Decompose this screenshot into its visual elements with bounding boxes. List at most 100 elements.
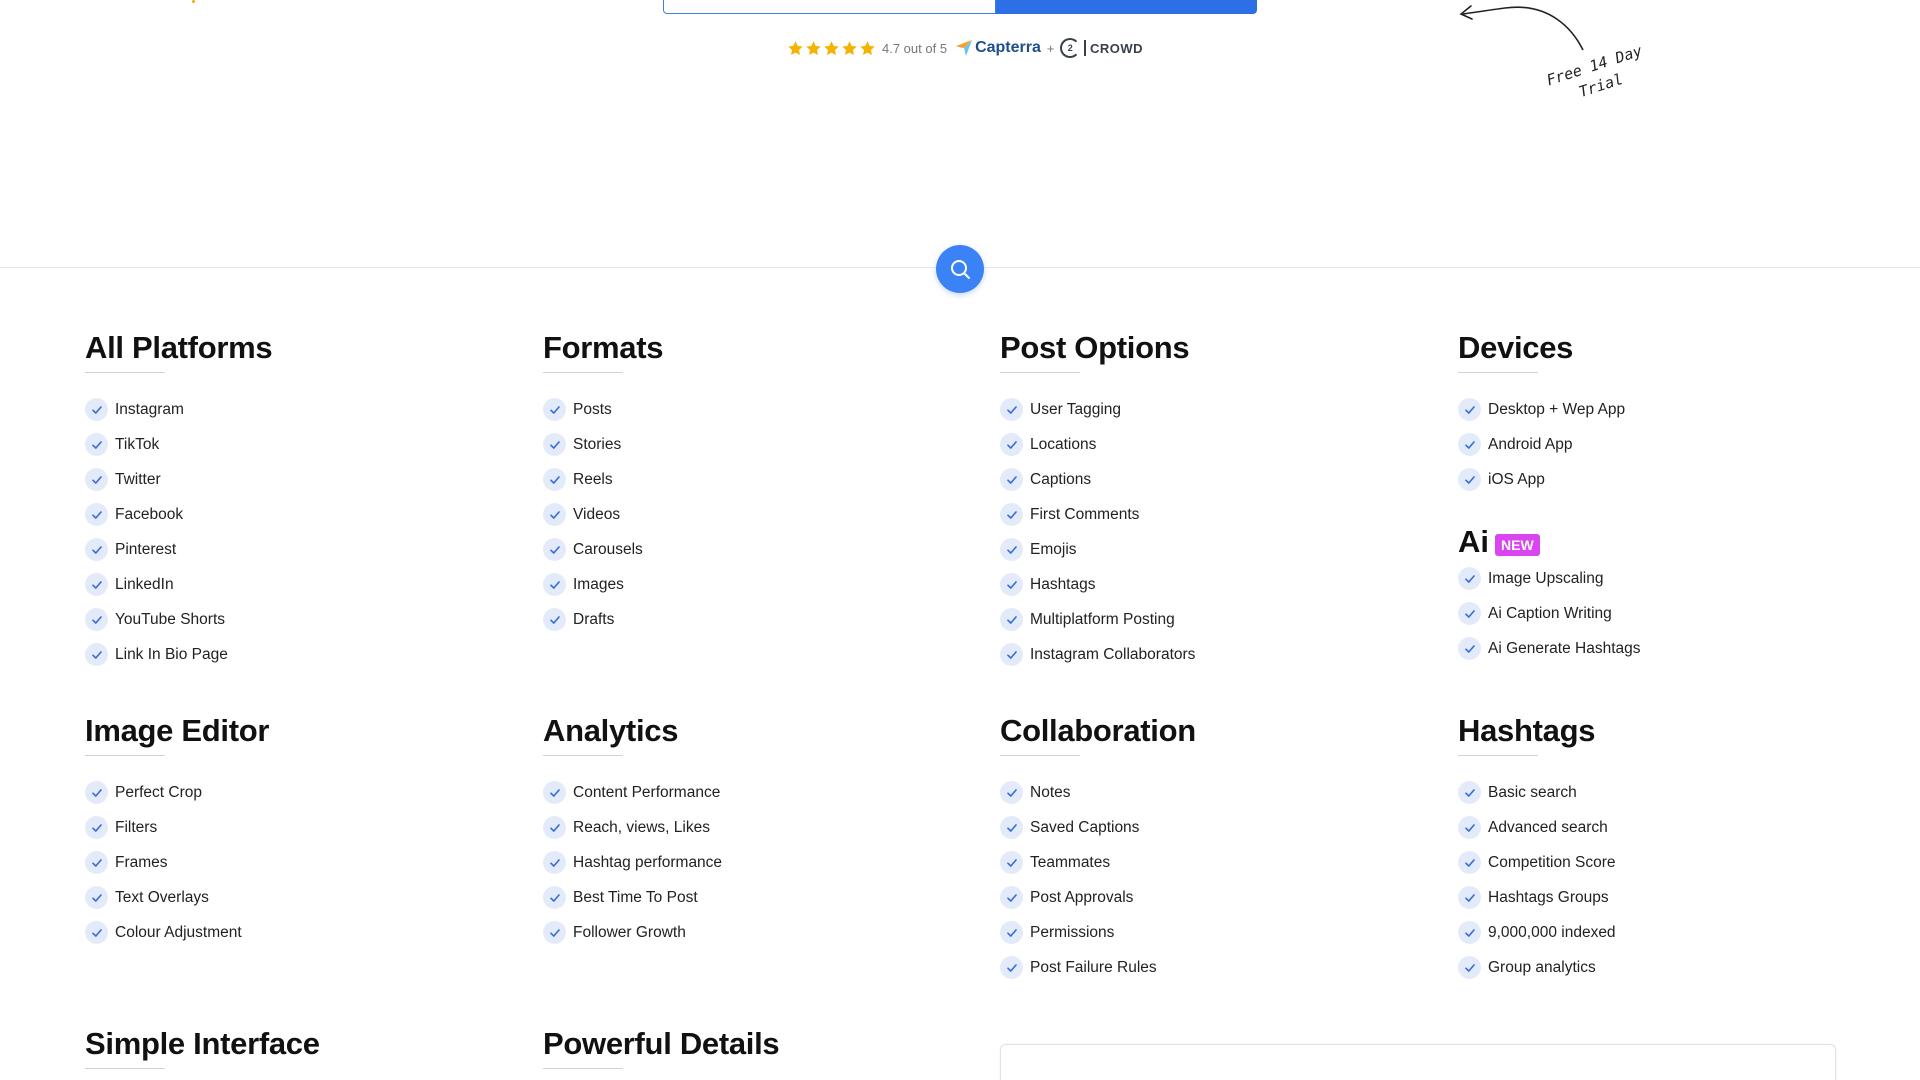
feature-item: Text Overlays (85, 880, 269, 915)
feature-label: Permissions (1030, 923, 1115, 941)
feature-item: 9,000,000 indexed (1458, 915, 1616, 950)
feature-label: Drafts (573, 610, 615, 628)
feature-label: Multiplatform Posting (1030, 610, 1175, 628)
feature-list: Notes Saved Captions Teammates Post Approva… (1000, 775, 1196, 985)
section-hashtags: Hashtags Basic search Advanced search Comp… (1458, 712, 1616, 985)
feature-label: Hashtags Groups (1488, 888, 1609, 906)
check-icon (85, 468, 108, 491)
feature-label: Text Overlays (115, 888, 209, 906)
feature-label: Android App (1488, 435, 1573, 453)
curved-arrow-icon (1459, 5, 1584, 51)
g2-crowd-logo[interactable]: 2 CROWD (1060, 38, 1143, 58)
feature-item: Basic search (1458, 775, 1616, 810)
section-analytics: Analytics Content Performance Reach, view… (543, 712, 722, 950)
section-title: Ai (1458, 524, 1489, 559)
section-title: Devices (1458, 330, 1574, 373)
decorative-dot (192, 0, 195, 3)
check-icon (543, 608, 566, 631)
check-icon (1458, 567, 1481, 590)
plus-sign: + (1046, 40, 1055, 56)
feature-item: Post Failure Rules (1000, 950, 1196, 985)
g2-label: CROWD (1089, 40, 1144, 56)
email-input[interactable] (663, 0, 996, 14)
feature-label: Reels (573, 470, 613, 488)
section-title: Image Editor (85, 713, 270, 756)
feature-item: Stories (543, 427, 663, 462)
feature-item: Carousels (543, 532, 663, 567)
feature-label: Hashtag performance (573, 853, 723, 871)
check-icon (1000, 433, 1023, 456)
feature-label: Post Approvals (1030, 888, 1134, 906)
check-icon (543, 921, 566, 944)
check-icon (1458, 602, 1481, 625)
feature-item: Hashtags (1000, 567, 1195, 602)
check-icon (543, 538, 566, 561)
feature-label: Post Failure Rules (1030, 958, 1157, 976)
feature-label: Perfect Crop (115, 783, 203, 801)
feature-item: Pinterest (85, 532, 272, 567)
check-icon (1000, 608, 1023, 631)
feature-label: Best Time To Post (573, 888, 698, 906)
feature-item: User Tagging (1000, 392, 1195, 427)
check-icon (85, 851, 108, 874)
capterra-label: Capterra (975, 39, 1041, 56)
section-post-options: Post Options User Tagging Locations Captio… (1000, 329, 1195, 672)
check-icon (85, 398, 108, 421)
check-icon (1000, 398, 1023, 421)
feature-label: Notes (1030, 783, 1071, 801)
section-powerful-details: Powerful Details (543, 1025, 780, 1069)
star-icon (824, 40, 839, 55)
section-title: Powerful Details (543, 1026, 780, 1069)
feature-item: Teammates (1000, 845, 1196, 880)
feature-label: Videos (573, 505, 621, 523)
feature-label: Basic search (1488, 783, 1577, 801)
check-icon (543, 503, 566, 526)
g2-separator (1084, 40, 1086, 56)
feature-label: Posts (573, 400, 612, 418)
ai-heading: Ai NEW (1458, 523, 1641, 561)
signup-button[interactable] (996, 0, 1257, 14)
check-icon (85, 816, 108, 839)
section-title: Post Options (1000, 330, 1190, 373)
check-icon (85, 538, 108, 561)
check-icon (1458, 781, 1481, 804)
check-icon (85, 503, 108, 526)
feature-list: Desktop + Wep App Android App iOS App (1458, 392, 1625, 497)
feature-label: Competition Score (1488, 853, 1616, 871)
check-icon (543, 573, 566, 596)
check-icon (1000, 538, 1023, 561)
check-icon (543, 433, 566, 456)
feature-label: Content Performance (573, 783, 721, 801)
capterra-icon (956, 40, 973, 56)
star-icon (860, 40, 875, 55)
feature-item: TikTok (85, 427, 272, 462)
feature-item: Link In Bio Page (85, 637, 272, 672)
feature-label: Link In Bio Page (115, 645, 228, 663)
check-icon (543, 468, 566, 491)
feature-list: Perfect Crop Filters Frames Text Overlays Co… (85, 775, 269, 950)
feature-item: Post Approvals (1000, 880, 1196, 915)
section-formats: Formats Posts Stories Reels Videos Carousels… (543, 329, 664, 637)
feature-item: LinkedIn (85, 567, 272, 602)
signup-form (663, 0, 1257, 14)
check-icon (1458, 637, 1481, 660)
section-title: Collaboration (1000, 713, 1196, 756)
feature-item: Instagram (85, 392, 272, 427)
check-icon (1458, 468, 1481, 491)
feature-label: Emojis (1030, 540, 1077, 558)
section-title: All Platforms (85, 330, 273, 373)
feature-label: User Tagging (1030, 400, 1122, 418)
feature-item: Videos (543, 497, 663, 532)
g2-icon: 2 (1060, 38, 1081, 58)
feature-item: iOS App (1458, 462, 1625, 497)
check-icon (1458, 956, 1481, 979)
star-icon (788, 40, 803, 55)
capterra-logo[interactable]: Capterra (956, 39, 1041, 57)
feature-item: First Comments (1000, 497, 1195, 532)
section-title: Simple Interface (85, 1026, 320, 1069)
check-icon (1000, 886, 1023, 909)
rating-text: 4.7 out of 5 (882, 40, 948, 56)
search-button[interactable] (936, 245, 984, 293)
feature-label: Colour Adjustment (115, 923, 242, 941)
feature-item: Drafts (543, 602, 663, 637)
